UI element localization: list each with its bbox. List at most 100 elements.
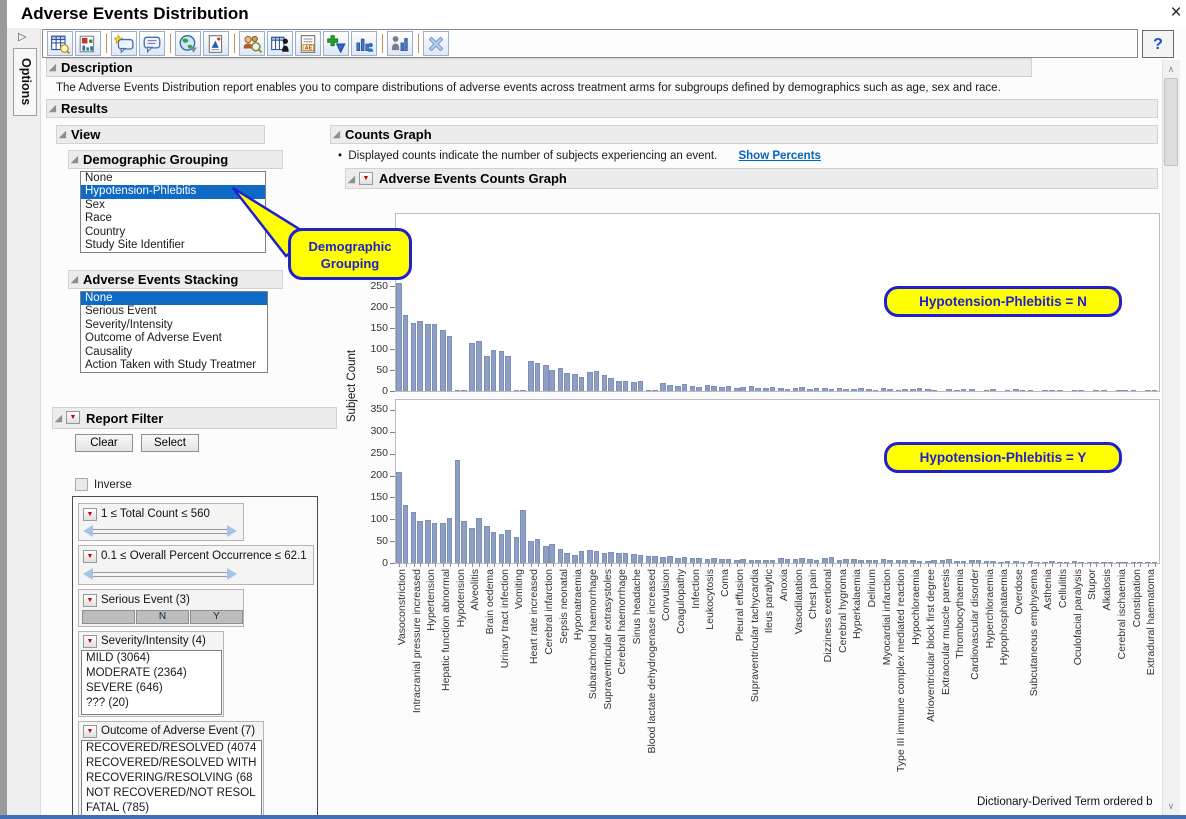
- bar-extraocular-muscle-paresis-series_1-y[interactable]: [940, 560, 946, 563]
- bar-subarachnoid-haemorrhage-series_1-y[interactable]: [587, 550, 593, 563]
- bar-dizziness-exertional-series_2-y[interactable]: [829, 557, 835, 563]
- bar-supraventricular-extrasystoles-series_2-n[interactable]: [608, 378, 614, 391]
- bar-thrombocythaemia-series_2-y[interactable]: [961, 561, 967, 563]
- bar-cerebral-haemorrhage-series_2-n[interactable]: [623, 381, 629, 391]
- bar-sepsis-neonatal-series_1-y[interactable]: [558, 549, 564, 563]
- bar-infection-series_1-y[interactable]: [690, 558, 696, 563]
- bar-leukocytosis-series_1-y[interactable]: [705, 559, 711, 563]
- bar-urinary-tract-infection-series_1-n[interactable]: [499, 351, 505, 391]
- bar-cerebral-ischaemia-series_1-n[interactable]: [1116, 390, 1122, 392]
- bar-delirium-series_2-y[interactable]: [873, 560, 879, 564]
- bar-hypotension-series_1-n[interactable]: [455, 390, 461, 392]
- bar-myocardial-infarction-series_1-n[interactable]: [881, 388, 887, 391]
- bar-vomiting-series_2-n[interactable]: [520, 390, 526, 392]
- bar-sepsis-neonatal-series_2-y[interactable]: [564, 553, 570, 563]
- bar-hypertension-series_1-y[interactable]: [425, 520, 431, 563]
- bar-vasodilatation-series_1-y[interactable]: [793, 559, 799, 563]
- bar-supraventricular-tachycardia-series_1-y[interactable]: [749, 560, 755, 563]
- bar-dizziness-exertional-series_1-n[interactable]: [822, 388, 828, 391]
- bar-constipation-series_2-y[interactable]: [1137, 562, 1143, 564]
- bar-subarachnoid-haemorrhage-series_2-y[interactable]: [594, 551, 600, 563]
- bar-anoxia-series_1-y[interactable]: [778, 558, 784, 563]
- bar-overdose-series_1-n[interactable]: [1013, 389, 1019, 391]
- bar-stupor-series_1-y[interactable]: [1087, 562, 1093, 564]
- bar-type-iii-immune-complex-mediated-reaction-series_1-n[interactable]: [896, 390, 902, 392]
- bar-hypochloraemia-series_2-y[interactable]: [917, 561, 923, 563]
- bar-cerebral-haemorrhage-series_2-y[interactable]: [623, 553, 629, 564]
- bar-asthenia-series_1-n[interactable]: [1042, 390, 1048, 392]
- bar-overdose-series_1-y[interactable]: [1013, 561, 1019, 563]
- bar-vasodilatation-series_2-n[interactable]: [799, 387, 805, 391]
- bar-hyperkalaemia-series_2-n[interactable]: [858, 388, 864, 391]
- bar-hypophosphataemia-series_2-n[interactable]: [1005, 390, 1011, 392]
- bar-hyperchloraemia-series_1-n[interactable]: [984, 390, 990, 392]
- bar-hepatic-function-abnormal-series_2-y[interactable]: [447, 518, 453, 563]
- bar-constipation-series_1-n[interactable]: [1131, 390, 1137, 392]
- bar-cardiovascular-disorder-series_1-y[interactable]: [969, 560, 975, 563]
- bar-hyperchloraemia-series_1-y[interactable]: [984, 561, 990, 563]
- bar-blood-lactate-dehydrogenase-increased-series_2-n[interactable]: [652, 390, 658, 392]
- bar-hepatic-function-abnormal-series_1-n[interactable]: [440, 330, 446, 391]
- bar-hypochloraemia-series_1-n[interactable]: [910, 389, 916, 391]
- bar-leukocytosis-series_2-y[interactable]: [711, 558, 717, 563]
- bar-overdose-series_2-n[interactable]: [1020, 390, 1026, 392]
- bar-subcutaneous-emphysema-series_2-y[interactable]: [1034, 562, 1040, 564]
- bar-alveolitis-series_2-y[interactable]: [476, 518, 482, 563]
- bar-ileus-paralytic-series_1-n[interactable]: [763, 388, 769, 391]
- bar-intracranial-pressure-increased-series_2-y[interactable]: [417, 521, 423, 563]
- bar-vasoconstriction-series_2-n[interactable]: [403, 315, 409, 391]
- bar-hypertension-series_1-n[interactable]: [425, 324, 431, 391]
- bar-supraventricular-extrasystoles-series_2-y[interactable]: [608, 552, 614, 563]
- bar-alveolitis-series_1-n[interactable]: [469, 343, 475, 391]
- bar-cerebral-haemorrhage-series_1-n[interactable]: [616, 381, 622, 391]
- bar-anoxia-series_1-n[interactable]: [778, 388, 784, 391]
- bar-hyponatraemia-series_1-n[interactable]: [572, 374, 578, 391]
- bar-vasodilatation-series_1-n[interactable]: [793, 388, 799, 391]
- bar-cardiovascular-disorder-series_2-y[interactable]: [976, 560, 982, 563]
- bar-infection-series_2-y[interactable]: [696, 558, 702, 563]
- bar-atrioventricular-block-first-degree-series_2-y[interactable]: [931, 560, 937, 563]
- bar-oculofacial-paralysis-series_1-n[interactable]: [1072, 390, 1078, 392]
- bar-delirium-series_1-y[interactable]: [866, 560, 872, 563]
- bar-type-iii-immune-complex-mediated-reaction-series_2-y[interactable]: [902, 560, 908, 563]
- bar-vasoconstriction-series_1-n[interactable]: [396, 283, 402, 391]
- bar-hyponatraemia-series_2-n[interactable]: [579, 377, 585, 391]
- bar-convulsion-series_1-y[interactable]: [660, 557, 666, 563]
- bar-hypotension-series_1-y[interactable]: [455, 460, 461, 563]
- bar-pleural-effusion-series_2-y[interactable]: [740, 559, 746, 563]
- bar-extraocular-muscle-paresis-series_2-n[interactable]: [946, 389, 952, 391]
- bar-cerebral-hygroma-series_1-n[interactable]: [837, 388, 843, 391]
- bar-extradural-haematoma-series_1-y[interactable]: [1145, 562, 1151, 564]
- bar-subcutaneous-emphysema-series_1-n[interactable]: [1028, 390, 1034, 392]
- bar-cellulitis-series_2-y[interactable]: [1064, 562, 1070, 564]
- bar-hyperkalaemia-series_2-y[interactable]: [858, 560, 864, 563]
- bar-hyperkalaemia-series_1-y[interactable]: [851, 559, 857, 563]
- bar-atrioventricular-block-first-degree-series_1-n[interactable]: [925, 389, 931, 391]
- bar-myocardial-infarction-series_1-y[interactable]: [881, 559, 887, 563]
- bar-vomiting-series_2-y[interactable]: [520, 510, 526, 563]
- bar-coma-series_1-n[interactable]: [719, 387, 725, 391]
- bar-urinary-tract-infection-series_1-y[interactable]: [499, 534, 505, 563]
- bar-blood-lactate-dehydrogenase-increased-series_1-n[interactable]: [646, 390, 652, 392]
- bar-hyperkalaemia-series_1-n[interactable]: [851, 389, 857, 391]
- bar-brain-oedema-series_1-n[interactable]: [484, 356, 490, 391]
- bar-cerebral-hygroma-series_2-y[interactable]: [843, 559, 849, 563]
- bar-alveolitis-series_2-n[interactable]: [476, 341, 482, 391]
- bar-supraventricular-extrasystoles-series_1-y[interactable]: [602, 553, 608, 564]
- bar-coagulopathy-series_1-y[interactable]: [675, 558, 681, 563]
- bar-stupor-series_2-y[interactable]: [1093, 562, 1099, 564]
- bar-vasoconstriction-series_1-y[interactable]: [396, 472, 402, 563]
- bar-cerebral-hygroma-series_1-y[interactable]: [837, 560, 843, 564]
- bar-supraventricular-tachycardia-series_2-y[interactable]: [755, 560, 761, 564]
- bar-alkalosis-series_1-n[interactable]: [1101, 390, 1107, 392]
- bar-hypotension-series_2-y[interactable]: [461, 521, 467, 563]
- bar-urinary-tract-infection-series_2-y[interactable]: [505, 530, 511, 563]
- bar-hypertension-series_2-n[interactable]: [432, 324, 438, 391]
- bar-infection-series_2-n[interactable]: [696, 387, 702, 391]
- bar-overdose-series_2-y[interactable]: [1020, 562, 1026, 564]
- bar-vasoconstriction-series_2-y[interactable]: [403, 505, 409, 563]
- bar-supraventricular-tachycardia-series_2-n[interactable]: [755, 388, 761, 391]
- bar-supraventricular-extrasystoles-series_1-n[interactable]: [602, 375, 608, 391]
- bar-cerebral-haemorrhage-series_1-y[interactable]: [616, 553, 622, 563]
- bar-brain-oedema-series_1-y[interactable]: [484, 526, 490, 563]
